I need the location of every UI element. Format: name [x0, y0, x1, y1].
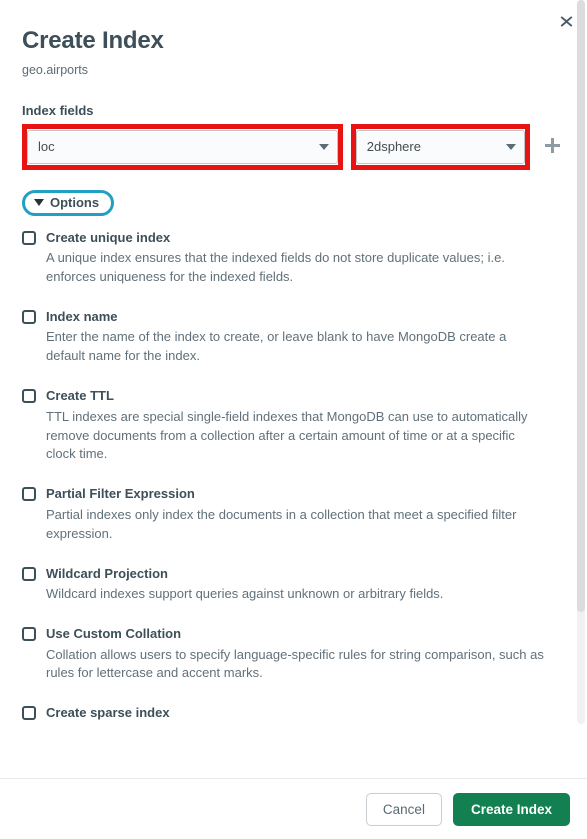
vertical-scrollbar[interactable] [577, 0, 585, 724]
option-description: Partial indexes only index the documents… [46, 506, 517, 541]
index-options-list: Create unique index A unique index ensur… [22, 230, 565, 721]
option-create-unique-index: Create unique index A unique index ensur… [22, 230, 565, 287]
chevron-down-icon [318, 143, 329, 150]
option-description: A unique index ensures that the indexed … [46, 250, 505, 285]
checkbox-create-unique-index[interactable] [22, 230, 36, 245]
option-index-name: Index name Enter the name of the index t… [22, 309, 565, 366]
option-wildcard-projection: Wildcard Projection Wildcard indexes sup… [22, 566, 565, 604]
plus-icon [544, 137, 561, 157]
checkbox-use-custom-collation[interactable] [22, 627, 36, 641]
option-description: Collation allows users to specify langua… [46, 646, 544, 681]
chevron-down-icon [34, 199, 44, 207]
create-index-submit-button[interactable]: Create Index [452, 792, 570, 826]
create-index-modal: Create Index geo.airports Index fields l… [0, 0, 587, 839]
modal-footer: Cancel Create Index [0, 778, 587, 839]
index-field-name-select[interactable]: loc [27, 129, 338, 164]
option-description: Wildcard indexes support queries against… [46, 586, 444, 602]
option-label[interactable]: Use Custom Collation [46, 626, 181, 642]
option-label[interactable]: Create unique index [46, 230, 170, 246]
namespace-subtitle: geo.airports [22, 62, 89, 77]
option-partial-filter-expression: Partial Filter Expression Partial indexe… [22, 486, 565, 543]
modal-scroll-area: Create Index geo.airports Index fields l… [0, 0, 587, 779]
option-label[interactable]: Index name [46, 309, 118, 325]
checkbox-index-name[interactable] [22, 309, 36, 324]
option-create-ttl: Create TTL TTL indexes are special singl… [22, 388, 565, 464]
checkbox-partial-filter-expression[interactable] [22, 487, 36, 502]
option-label[interactable]: Wildcard Projection [46, 566, 168, 582]
index-field-type-select[interactable]: 2dsphere [355, 129, 526, 164]
option-create-sparse-index: Create sparse index [22, 705, 565, 721]
scrollbar-thumb[interactable] [577, 0, 585, 612]
field-name-highlight: loc [22, 123, 343, 170]
add-index-field-button[interactable] [539, 134, 565, 160]
options-toggle-label: Options [50, 195, 100, 211]
index-fields-label: Index fields [22, 102, 94, 118]
field-type-highlight: 2dsphere [350, 123, 531, 170]
option-description: TTL indexes are special single-field ind… [46, 408, 528, 462]
option-label[interactable]: Create sparse index [46, 705, 170, 721]
option-label[interactable]: Partial Filter Expression [46, 486, 195, 502]
close-icon-button[interactable] [553, 8, 579, 34]
cancel-button[interactable]: Cancel [365, 792, 442, 826]
index-field-type-value: 2dsphere [366, 139, 421, 155]
checkbox-wildcard-projection[interactable] [22, 566, 36, 581]
checkbox-create-ttl[interactable] [22, 389, 36, 404]
close-icon [560, 15, 573, 28]
option-label[interactable]: Create TTL [46, 388, 114, 404]
option-description: Enter the name of the index to create, o… [46, 329, 507, 364]
checkbox-create-sparse-index[interactable] [22, 706, 36, 721]
options-toggle-button[interactable]: Options [22, 189, 115, 216]
index-field-name-value: loc [38, 139, 55, 155]
index-field-row: loc 2dsphere [22, 123, 565, 170]
chevron-down-icon [506, 143, 517, 150]
option-use-custom-collation: Use Custom Collation Collation allows us… [22, 626, 565, 683]
page-title: Create Index [22, 27, 164, 54]
